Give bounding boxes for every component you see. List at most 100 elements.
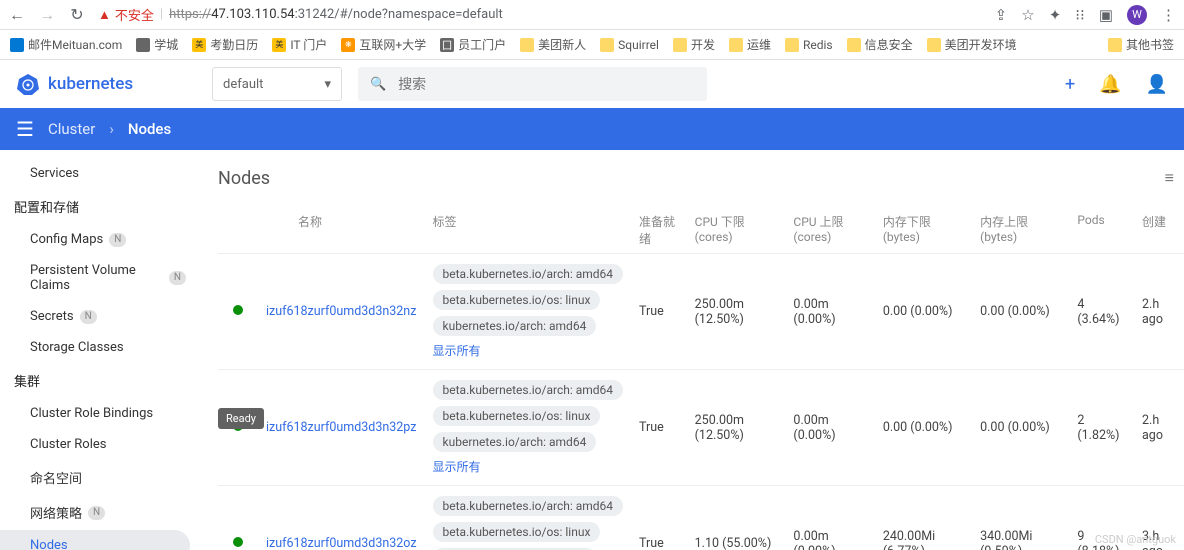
bookmark-label: Squirrel [618, 38, 659, 52]
namespace-badge: N [169, 271, 186, 285]
bookmark-item[interactable]: 美考勤日历 [192, 36, 258, 53]
kubernetes-logo[interactable]: kubernetes [16, 72, 196, 96]
cell-cpu-lim: 0.00m (0.00%) [785, 254, 874, 370]
node-link[interactable]: izuf618zurf0umd3d3n32oz [266, 536, 417, 550]
bookmark-icon: 美 [192, 38, 206, 52]
watermark: CSDN @antguok [1095, 533, 1176, 546]
chevron-down-icon: ▾ [324, 77, 331, 92]
app-header: kubernetes default▾ 🔍 + 🔔 👤 [0, 60, 1184, 108]
label-chip: kubernetes.io/arch: amd64 [433, 316, 597, 336]
breadcrumb: ☰ Cluster › Nodes [0, 108, 1184, 150]
cell-ready: True [631, 370, 687, 486]
tooltip-ready: Ready [218, 408, 264, 429]
bookmark-label: 运维 [747, 36, 771, 53]
cell-mem-req: 0.00 (0.00%) [875, 254, 972, 370]
bookmark-item[interactable]: 开发 [673, 36, 715, 53]
cell-created: 2.h ago [1134, 254, 1184, 370]
sidebar-item[interactable]: Storage Classes [0, 332, 200, 363]
bookmark-icon [600, 38, 614, 52]
bookmark-item[interactable]: 美IT 门户 [272, 36, 327, 53]
col-ready: 准备就绪 [631, 207, 687, 254]
panel-icon[interactable]: ▣ [1099, 6, 1113, 24]
col-pods: Pods [1069, 207, 1134, 254]
sidebar-item[interactable]: Secrets N [0, 301, 200, 332]
content-area: Nodes ≡ 名称 标签 准备就绪 CPU 下限 (cores) CPU 上限… [200, 150, 1184, 550]
address-bar[interactable]: ▲ 不安全 | https://47.103.110.54:31242/#/no… [98, 5, 983, 24]
label-chip: beta.kubernetes.io/arch: amd64 [433, 380, 624, 400]
sidebar-item[interactable]: Nodes [0, 530, 190, 550]
bookmark-item[interactable]: 美团开发环境 [927, 36, 1017, 53]
sidebar-label: Nodes [30, 538, 68, 550]
label-chip: beta.kubernetes.io/os: linux [433, 406, 601, 426]
bookmark-item[interactable]: Redis [785, 38, 833, 52]
bookmark-label: 员工门户 [458, 36, 506, 53]
label-chip: beta.kubernetes.io/arch: amd64 [433, 496, 624, 516]
extension2-icon[interactable]: ⁝⁝ [1075, 6, 1085, 24]
filter-icon[interactable]: ≡ [1165, 168, 1174, 188]
search-input[interactable] [398, 76, 695, 92]
bookmark-label: 信息安全 [865, 36, 913, 53]
profile-avatar[interactable]: W [1127, 5, 1147, 25]
bookmark-item[interactable]: 美团新人 [520, 36, 586, 53]
sidebar-label: Cluster Roles [30, 437, 106, 452]
bookmark-icon [847, 38, 861, 52]
bookmark-icon [136, 38, 150, 52]
bookmark-item[interactable]: ❋互联网+大学 [341, 36, 426, 53]
sidebar-item[interactable]: 网络策略N [0, 495, 200, 530]
menu-icon[interactable]: ⋮ [1161, 6, 1176, 24]
insecure-badge: ▲ 不安全 [98, 5, 154, 24]
bookmark-item[interactable]: 运维 [729, 36, 771, 53]
bookmark-item[interactable]: 邮件Meituan.com [10, 36, 122, 53]
namespace-badge: N [80, 310, 97, 324]
sidebar-item[interactable]: Cluster Role Bindings [0, 398, 200, 429]
sidebar-item[interactable]: Config MapsN [0, 224, 200, 255]
sidebar-label: Secrets [30, 309, 74, 324]
bookmark-item[interactable]: 囗员工门户 [440, 36, 506, 53]
forward-icon[interactable]: → [38, 5, 56, 25]
sidebar-item[interactable]: 命名空间 [0, 460, 200, 495]
bookmark-star-icon[interactable]: ☆ [1021, 6, 1034, 24]
bookmark-item[interactable]: Squirrel [600, 38, 659, 52]
search-box[interactable]: 🔍 [358, 67, 707, 101]
create-icon[interactable]: + [1065, 74, 1075, 95]
cell-pods: 4 (3.64%) [1069, 254, 1134, 370]
account-icon[interactable]: 👤 [1146, 74, 1168, 95]
nodes-table: 名称 标签 准备就绪 CPU 下限 (cores) CPU 上限 (cores)… [218, 207, 1184, 550]
col-mem-lim: 内存上限 (bytes) [972, 207, 1069, 254]
other-bookmarks[interactable]: 其他书签 [1108, 36, 1174, 53]
show-all-link[interactable]: 显示所有 [433, 342, 481, 359]
cell-cpu-lim: 0.00m (0.00%) [785, 486, 874, 550]
namespace-select[interactable]: default▾ [212, 67, 342, 101]
status-dot-icon [233, 537, 243, 547]
extension-icon[interactable]: ✦ [1049, 6, 1062, 24]
node-link[interactable]: izuf618zurf0umd3d3n32nz [266, 304, 416, 319]
bookmark-label: 美团新人 [538, 36, 586, 53]
cell-mem-lim: 0.00 (0.00%) [972, 254, 1069, 370]
search-icon: 🔍 [370, 77, 386, 92]
sidebar-item[interactable]: Cluster Roles [0, 429, 200, 460]
sidebar-label: 配置和存储 [14, 197, 79, 216]
bookmark-item[interactable]: 信息安全 [847, 36, 913, 53]
url-text: https://47.103.110.54:31242/#/node?names… [169, 7, 503, 22]
table-row: izuf618zurf0umd3d3n32pz beta.kubernetes.i… [218, 370, 1184, 486]
show-all-link[interactable]: 显示所有 [433, 458, 481, 475]
hamburger-icon[interactable]: ☰ [16, 117, 34, 141]
cell-ready: True [631, 254, 687, 370]
k8s-logo-icon [16, 72, 40, 96]
back-icon[interactable]: ← [8, 5, 26, 25]
node-link[interactable]: izuf618zurf0umd3d3n32pz [266, 420, 416, 435]
notifications-icon[interactable]: 🔔 [1099, 74, 1121, 95]
breadcrumb-cluster[interactable]: Cluster [48, 120, 95, 138]
cell-mem-req: 0.00 (0.00%) [875, 370, 972, 486]
label-chip: kubernetes.io/arch: amd64 [433, 432, 597, 452]
bookmark-item[interactable]: 学城 [136, 36, 178, 53]
cell-pods: 2 (1.82%) [1069, 370, 1134, 486]
col-cpu-req: CPU 下限 (cores) [687, 207, 786, 254]
share-icon[interactable]: ⇪ [995, 6, 1008, 24]
sidebar-label: Storage Classes [30, 340, 124, 355]
bookmark-label: Redis [803, 38, 833, 52]
namespace-badge: N [88, 506, 105, 520]
sidebar-item[interactable]: Persistent Volume ClaimsN [0, 255, 200, 301]
reload-icon[interactable]: ↻ [68, 5, 86, 24]
sidebar-item[interactable]: Services [0, 158, 200, 189]
